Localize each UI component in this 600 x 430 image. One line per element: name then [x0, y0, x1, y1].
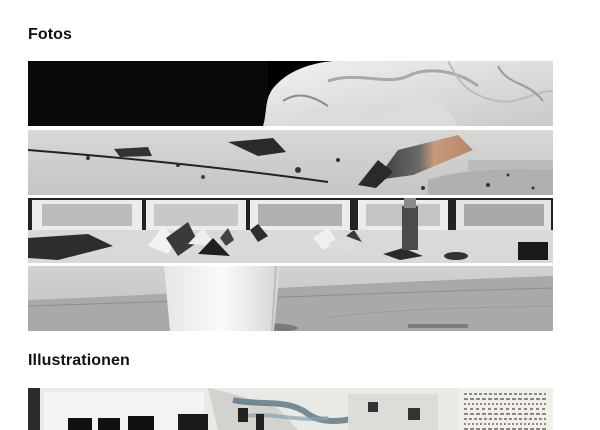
photo-strip-fabric[interactable] [28, 61, 553, 126]
photo-strip-cup[interactable] [28, 266, 553, 331]
photo-fabric-image [28, 61, 553, 126]
photo-pencil-image [28, 130, 553, 195]
page: Fotos Illustrationen [0, 0, 600, 430]
photo-strip-objects[interactable] [28, 198, 553, 263]
section-title-photos: Fotos [28, 26, 73, 43]
illustration-strip-collage[interactable] [28, 388, 553, 430]
photo-cup-image [28, 266, 553, 331]
section-title-illustrations: Illustrationen [28, 352, 130, 369]
illustration-collage-image [28, 388, 553, 430]
photo-objects-image [28, 198, 553, 263]
photo-strip-pencil[interactable] [28, 130, 553, 195]
